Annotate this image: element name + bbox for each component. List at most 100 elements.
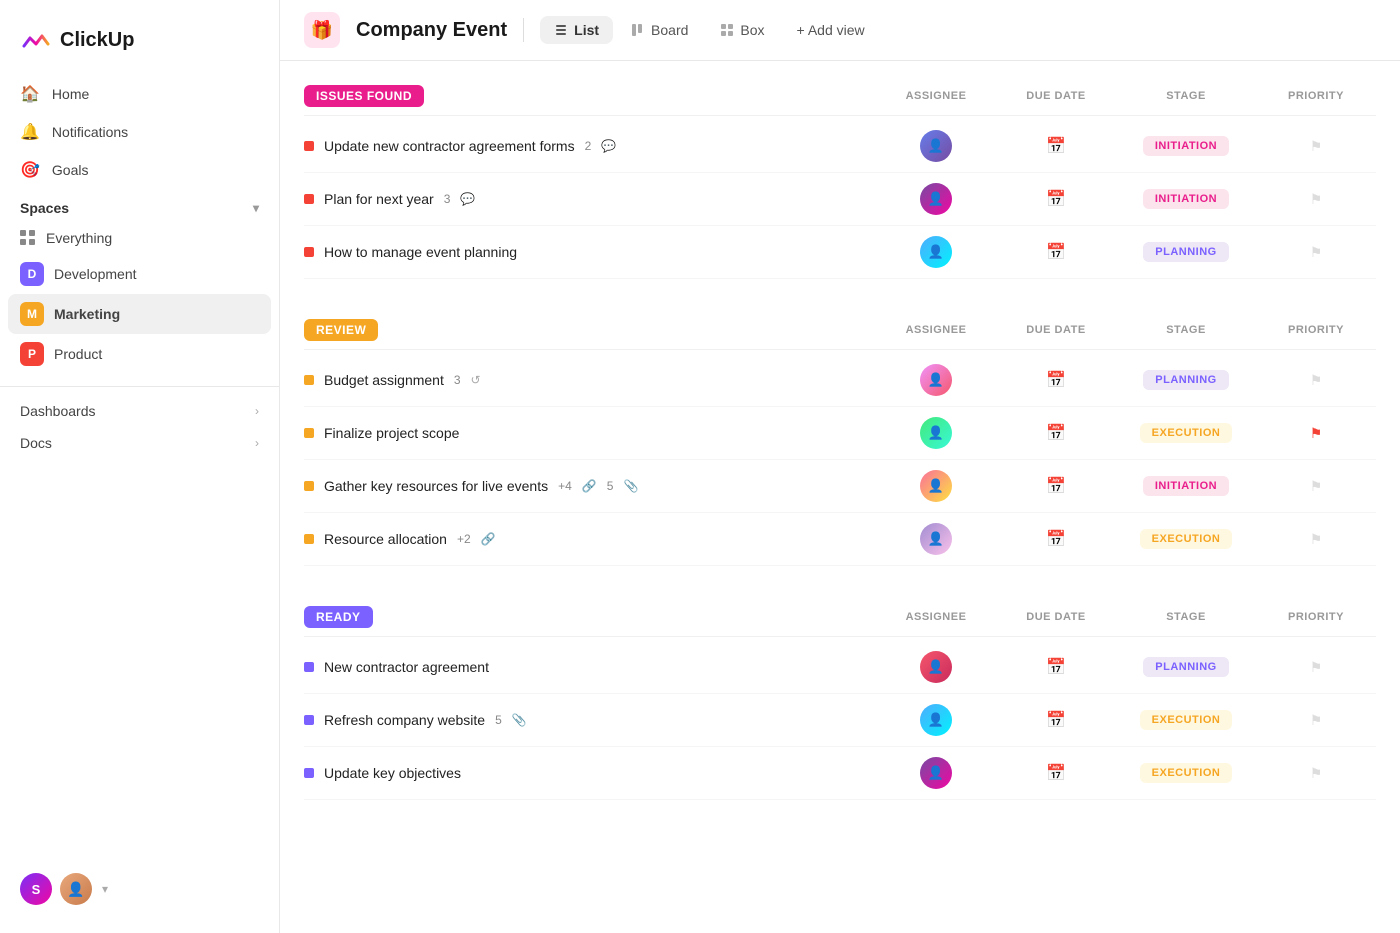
- stage-badge: INITIATION: [1143, 136, 1229, 156]
- calendar-icon: 📅: [1046, 242, 1066, 262]
- due-date-cell[interactable]: 📅: [996, 529, 1116, 549]
- stage-badge: EXECUTION: [1140, 529, 1233, 549]
- space-dot-d: D: [20, 262, 44, 286]
- sidebar-item-home[interactable]: 🏠 Home: [8, 76, 271, 112]
- task-bullet: [304, 428, 314, 438]
- avatar: 👤: [920, 130, 952, 162]
- table-row: Update key objectives 👤 📅 EXECUTION ⚑: [304, 747, 1376, 800]
- group-badge-ready: READY: [304, 606, 373, 628]
- sidebar-item-everything[interactable]: Everything: [8, 222, 271, 254]
- stage-cell: EXECUTION: [1116, 763, 1256, 783]
- priority-cell: ⚑: [1256, 425, 1376, 442]
- tab-box[interactable]: Box: [706, 16, 778, 44]
- stage-cell: EXECUTION: [1116, 710, 1256, 730]
- spaces-label: Spaces: [20, 200, 69, 216]
- task-name-cell: New contractor agreement: [304, 659, 876, 675]
- link-icon: 🔗: [582, 479, 597, 493]
- due-date-cell[interactable]: 📅: [996, 189, 1116, 209]
- priority-cell: ⚑: [1256, 191, 1376, 208]
- priority-cell: ⚑: [1256, 712, 1376, 729]
- flag-icon: ⚑: [1310, 531, 1323, 548]
- space-dot-p: P: [20, 342, 44, 366]
- tab-board-label: Board: [651, 22, 688, 38]
- sidebar-bottom: Dashboards › Docs ›: [0, 386, 279, 459]
- priority-cell: ⚑: [1256, 659, 1376, 676]
- link-icon: 🔗: [481, 532, 496, 546]
- stage-cell: PLANNING: [1116, 370, 1256, 390]
- table-row: Plan for next year 3 💬 👤 📅 INITIATION ⚑: [304, 173, 1376, 226]
- sidebar-item-marketing[interactable]: M Marketing: [8, 294, 271, 334]
- due-date-cell[interactable]: 📅: [996, 370, 1116, 390]
- sidebar-item-product[interactable]: P Product: [8, 334, 271, 374]
- col-assignee: ASSIGNEE: [876, 324, 996, 336]
- due-date-cell[interactable]: 📅: [996, 136, 1116, 156]
- group-header-ready: READY ASSIGNEE DUE DATE STAGE PRIORITY: [304, 598, 1376, 637]
- board-icon: [631, 23, 645, 37]
- due-date-cell[interactable]: 📅: [996, 657, 1116, 677]
- task-name: Resource allocation: [324, 531, 447, 547]
- add-view-label: + Add view: [797, 22, 865, 38]
- sidebar-item-docs[interactable]: Docs ›: [0, 427, 279, 459]
- col-due-date: DUE DATE: [996, 611, 1116, 623]
- stage-badge: PLANNING: [1143, 370, 1228, 390]
- user-area[interactable]: S 👤 ▾: [0, 861, 279, 917]
- task-name-cell: How to manage event planning: [304, 244, 876, 260]
- due-date-cell[interactable]: 📅: [996, 423, 1116, 443]
- logo[interactable]: ClickUp: [0, 16, 279, 76]
- chevron-down-icon: ▾: [253, 201, 259, 215]
- task-meta-count: 3: [444, 192, 451, 206]
- due-date-cell[interactable]: 📅: [996, 763, 1116, 783]
- sidebar-nav: 🏠 Home 🔔 Notifications 🎯 Goals: [0, 76, 279, 188]
- calendar-icon: 📅: [1046, 476, 1066, 496]
- spaces-header[interactable]: Spaces ▾: [0, 188, 279, 222]
- col-priority: PRIORITY: [1256, 324, 1376, 336]
- task-attach-count: 5: [607, 479, 614, 493]
- task-name: Gather key resources for live events: [324, 478, 548, 494]
- task-meta-count: 3: [454, 373, 461, 387]
- task-group-ready: READY ASSIGNEE DUE DATE STAGE PRIORITY N…: [304, 598, 1376, 800]
- content-area: ISSUES FOUND ASSIGNEE DUE DATE STAGE PRI…: [280, 61, 1400, 933]
- refresh-icon: ↺: [471, 373, 481, 387]
- due-date-cell[interactable]: 📅: [996, 476, 1116, 496]
- table-row: Update new contractor agreement forms 2 …: [304, 120, 1376, 173]
- due-date-cell[interactable]: 📅: [996, 242, 1116, 262]
- task-bullet: [304, 768, 314, 778]
- avatar: 👤: [920, 704, 952, 736]
- task-group-issues: ISSUES FOUND ASSIGNEE DUE DATE STAGE PRI…: [304, 77, 1376, 279]
- stage-badge: EXECUTION: [1140, 423, 1233, 443]
- tab-list[interactable]: List: [540, 16, 613, 44]
- sidebar-item-label: Goals: [52, 162, 89, 178]
- task-meta-count: +2: [457, 532, 471, 546]
- sidebar-item-notifications[interactable]: 🔔 Notifications: [8, 114, 271, 150]
- assignee-cell: 👤: [876, 130, 996, 162]
- flag-icon: ⚑: [1310, 765, 1323, 782]
- main-header: 🎁 Company Event List Board Box + Add vie…: [280, 0, 1400, 61]
- comment-icon: 💬: [460, 192, 475, 206]
- project-icon: 🎁: [304, 12, 340, 48]
- avatar: 👤: [920, 236, 952, 268]
- flag-icon: ⚑: [1310, 191, 1323, 208]
- avatar: 👤: [920, 417, 952, 449]
- sidebar-item-label: Home: [52, 86, 89, 102]
- avatar: 👤: [920, 470, 952, 502]
- calendar-icon: 📅: [1046, 423, 1066, 443]
- sidebar-item-goals[interactable]: 🎯 Goals: [8, 152, 271, 188]
- bell-icon: 🔔: [20, 122, 40, 142]
- sidebar-item-development[interactable]: D Development: [8, 254, 271, 294]
- sidebar: ClickUp 🏠 Home 🔔 Notifications 🎯 Goals S…: [0, 0, 280, 933]
- user-avatar-photo: 👤: [60, 873, 92, 905]
- col-assignee: ASSIGNEE: [876, 611, 996, 623]
- sidebar-item-label: Notifications: [52, 124, 128, 140]
- priority-cell: ⚑: [1256, 478, 1376, 495]
- add-view-button[interactable]: + Add view: [783, 16, 879, 44]
- sidebar-item-dashboards[interactable]: Dashboards ›: [0, 395, 279, 427]
- due-date-cell[interactable]: 📅: [996, 710, 1116, 730]
- tab-board[interactable]: Board: [617, 16, 702, 44]
- project-title: Company Event: [356, 19, 507, 42]
- tab-list-label: List: [574, 22, 599, 38]
- user-chevron-icon: ▾: [102, 882, 108, 896]
- col-stage: STAGE: [1116, 90, 1256, 102]
- table-row: Resource allocation +2 🔗 👤 📅 EXECUTION ⚑: [304, 513, 1376, 566]
- logo-text: ClickUp: [60, 29, 134, 52]
- main-content: 🎁 Company Event List Board Box + Add vie…: [280, 0, 1400, 933]
